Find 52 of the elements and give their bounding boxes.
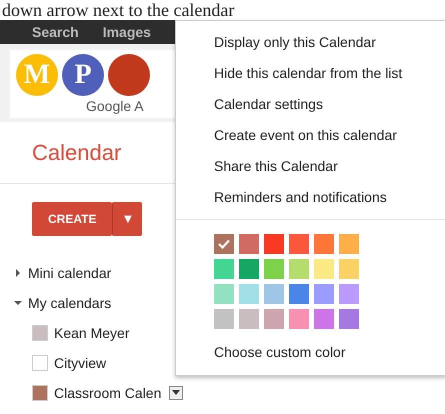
calendar-name[interactable]: Kean Meyer (54, 322, 130, 344)
color-swatch[interactable] (264, 234, 284, 254)
color-swatch[interactable] (264, 259, 284, 279)
menu-item[interactable]: Hide this calendar from the list (176, 58, 445, 89)
calendar-color-square[interactable] (32, 355, 48, 371)
calendar-name[interactable]: Classroom Calen (54, 382, 162, 404)
color-swatch[interactable] (239, 284, 259, 304)
menu-item[interactable]: Display only this Calendar (176, 27, 445, 58)
color-swatch[interactable] (314, 284, 334, 304)
nav-link[interactable]: Images (102, 22, 151, 42)
color-swatch[interactable] (289, 284, 309, 304)
color-swatch[interactable] (214, 284, 234, 304)
color-swatch[interactable] (339, 259, 359, 279)
logo-circle: M (16, 54, 58, 96)
create-menu-button[interactable]: ▼ (112, 202, 142, 236)
color-swatch[interactable] (314, 309, 334, 329)
color-swatch[interactable] (239, 259, 259, 279)
calendar-color-square[interactable] (32, 325, 48, 341)
color-swatch[interactable] (339, 234, 359, 254)
expand-arrow-icon[interactable] (14, 269, 22, 277)
color-swatch[interactable] (289, 309, 309, 329)
color-swatch[interactable] (289, 259, 309, 279)
calendar-name[interactable]: Cityview (54, 352, 106, 374)
color-swatch[interactable] (264, 284, 284, 304)
caption-text: down arrow next to the calendar (1, 0, 236, 20)
color-swatch[interactable] (239, 309, 259, 329)
menu-item[interactable]: Share this Calendar (176, 151, 445, 182)
color-swatch[interactable] (314, 234, 334, 254)
color-swatch[interactable] (339, 284, 359, 304)
calendar-menu-button[interactable] (169, 386, 184, 400)
menu-item[interactable]: Calendar settings (176, 89, 445, 120)
logo-circle: P (62, 54, 104, 96)
nav-link[interactable]: Search (32, 22, 79, 42)
color-swatch[interactable] (314, 259, 334, 279)
color-swatch[interactable] (289, 234, 309, 254)
collapse-arrow-icon[interactable] (14, 299, 22, 307)
section-label[interactable]: Mini calendar (28, 262, 112, 284)
color-swatch[interactable] (214, 234, 234, 254)
custom-color-link[interactable]: Choose custom color (176, 337, 445, 368)
caret-icon (172, 390, 180, 396)
color-swatch[interactable] (239, 234, 259, 254)
color-swatch[interactable] (214, 259, 234, 279)
color-swatch[interactable] (214, 309, 234, 329)
color-swatch[interactable] (339, 309, 359, 329)
menu-item[interactable]: Create event on this calendar (176, 120, 445, 151)
section-label[interactable]: My calendars (28, 292, 112, 314)
checkmark-icon (218, 239, 230, 249)
create-button[interactable]: CREATE (32, 202, 112, 236)
logo-text: Google A (85, 97, 145, 116)
menu-item[interactable]: Reminders and notifications (176, 182, 445, 213)
calendar-color-square[interactable] (32, 385, 48, 401)
color-swatch[interactable] (264, 309, 284, 329)
